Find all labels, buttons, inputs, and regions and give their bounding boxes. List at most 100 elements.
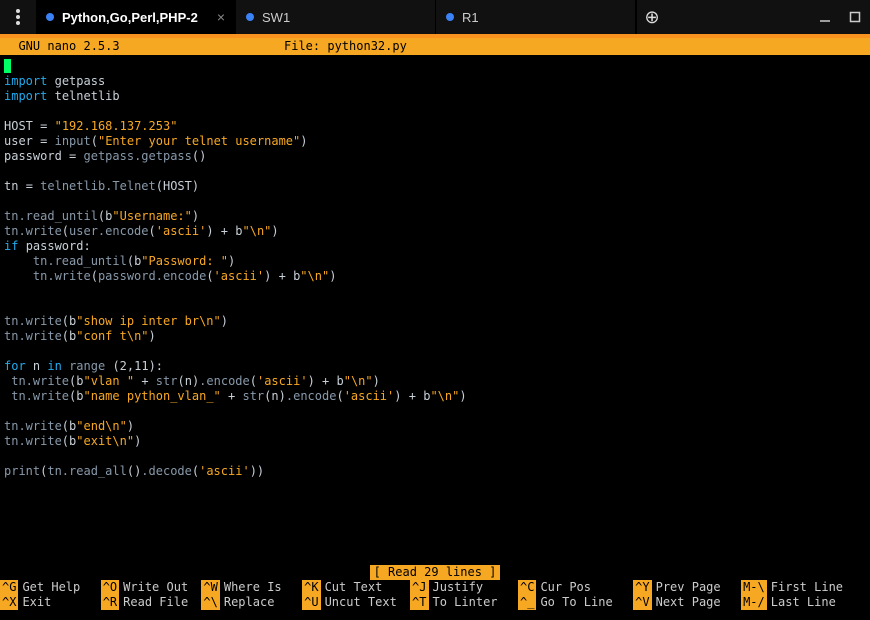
shortcut-key: ^\ <box>201 595 219 610</box>
window-minimize-button[interactable] <box>810 0 840 34</box>
code-line: tn.write(b"name python_vlan_" + str(n).e… <box>4 389 866 404</box>
shortcut-key: ^Y <box>633 580 651 595</box>
code-line <box>4 164 866 179</box>
shortcut-key: ^_ <box>518 595 536 610</box>
shortcut-label: Where Is <box>220 580 298 594</box>
shortcut-cell: ^RRead File <box>101 595 202 610</box>
app-menu-button[interactable] <box>0 0 36 34</box>
shortcut-cell: ^VNext Page <box>633 595 741 610</box>
shortcut-key: ^W <box>201 580 219 595</box>
shortcut-cell: M-\First Line <box>741 580 863 595</box>
shortcut-key: ^R <box>101 595 119 610</box>
tab-label: SW1 <box>262 10 425 25</box>
code-line <box>4 194 866 209</box>
shortcut-key: ^O <box>101 580 119 595</box>
kebab-icon <box>16 9 20 25</box>
window-tabbar: Python,Go,Perl,PHP-2 × SW1 R1 ⊕ <box>0 0 870 34</box>
code-line: import getpass <box>4 74 866 89</box>
code-line: tn = telnetlib.Telnet(HOST) <box>4 179 866 194</box>
nano-status-line: [ Read 29 lines ] <box>0 565 870 580</box>
nano-shortcut-bar: ^GGet Help ^OWrite Out ^WWhere Is ^KCut … <box>0 580 870 610</box>
shortcut-key: ^X <box>0 595 18 610</box>
code-line: tn.write(b"vlan " + str(n).encode('ascii… <box>4 374 866 389</box>
nano-version: GNU nano 2.5.3 <box>4 38 284 55</box>
shortcut-cell: ^YPrev Page <box>633 580 741 595</box>
nano-titlebar: GNU nano 2.5.3 File: python32.py <box>0 38 870 55</box>
code-line <box>4 344 866 359</box>
tab-close-button[interactable]: × <box>211 9 225 25</box>
shortcut-cell: ^WWhere Is <box>201 580 302 595</box>
shortcut-key: ^J <box>410 580 428 595</box>
shortcut-label: Justify <box>429 580 514 594</box>
code-line: tn.read_until(b"Username:") <box>4 209 866 224</box>
shortcut-cell: ^GGet Help <box>0 580 101 595</box>
maximize-icon <box>849 11 861 23</box>
shortcut-row: ^GGet Help ^OWrite Out ^WWhere Is ^KCut … <box>0 580 870 595</box>
shortcut-cell: ^_Go To Line <box>518 595 633 610</box>
tab-status-dot-icon <box>446 13 454 21</box>
shortcut-cell: ^XExit <box>0 595 101 610</box>
code-line: tn.write(b"end\n") <box>4 419 866 434</box>
code-line: tn.write(b"conf t\n") <box>4 329 866 344</box>
window-maximize-button[interactable] <box>840 0 870 34</box>
code-line: tn.write(user.encode('ascii') + b"\n") <box>4 224 866 239</box>
tab-0[interactable]: Python,Go,Perl,PHP-2 × <box>36 0 236 34</box>
editor-viewport[interactable]: import getpassimport telnetlib HOST = "1… <box>0 55 870 565</box>
code-line <box>4 104 866 119</box>
code-line <box>4 404 866 419</box>
shortcut-label: Read File <box>119 595 197 609</box>
tab-label: Python,Go,Perl,PHP-2 <box>62 10 211 25</box>
shortcut-key: ^K <box>302 580 320 595</box>
shortcut-key: M-\ <box>741 580 767 595</box>
tab-label: R1 <box>462 10 625 25</box>
shortcut-key: ^G <box>0 580 18 595</box>
shortcut-cell: ^TTo Linter <box>410 595 518 610</box>
tab-1[interactable]: SW1 <box>236 0 436 34</box>
code-line: tn.write(password.encode('ascii') + b"\n… <box>4 269 866 284</box>
shortcut-cell: ^CCur Pos <box>518 580 633 595</box>
shortcut-label: Replace <box>220 595 298 609</box>
code-line: if password: <box>4 239 866 254</box>
code-line: tn.write(b"show ip inter br\n") <box>4 314 866 329</box>
code-line <box>4 59 866 74</box>
tabbar-spacer <box>667 0 810 34</box>
shortcut-cell: M-/Last Line <box>741 595 863 610</box>
shortcut-label: Next Page <box>652 595 737 609</box>
shortcut-cell: ^\Replace <box>201 595 302 610</box>
shortcut-label: First Line <box>767 580 860 594</box>
shortcut-key: ^V <box>633 595 651 610</box>
shortcut-label: Write Out <box>119 580 197 594</box>
code-line: import telnetlib <box>4 89 866 104</box>
shortcut-label: Cur Pos <box>536 580 629 594</box>
tab-2[interactable]: R1 <box>436 0 636 34</box>
code-line: print(tn.read_all().decode('ascii')) <box>4 464 866 479</box>
shortcut-key: ^T <box>410 595 428 610</box>
tab-status-dot-icon <box>246 13 254 21</box>
new-tab-button[interactable]: ⊕ <box>637 0 667 34</box>
nano-status-pill: [ Read 29 lines ] <box>370 565 501 580</box>
shortcut-label: Prev Page <box>652 580 737 594</box>
code-line <box>4 299 866 314</box>
code-line: HOST = "192.168.137.253" <box>4 119 866 134</box>
shortcut-cell: ^JJustify <box>410 580 518 595</box>
code-line: tn.read_until(b"Password: ") <box>4 254 866 269</box>
code-line <box>4 284 866 299</box>
nano-file-label: File: python32.py <box>284 38 866 55</box>
shortcut-key: ^U <box>302 595 320 610</box>
shortcut-cell: ^KCut Text <box>302 580 410 595</box>
shortcut-label: Uncut Text <box>321 595 406 609</box>
shortcut-label: To Linter <box>429 595 514 609</box>
shortcut-key: ^C <box>518 580 536 595</box>
shortcut-key: M-/ <box>741 595 767 610</box>
shortcut-row: ^XExit ^RRead File ^\Replace ^UUncut Tex… <box>0 595 870 610</box>
shortcut-label: Go To Line <box>536 595 629 609</box>
shortcut-label: Get Help <box>18 580 96 594</box>
code-line: password = getpass.getpass() <box>4 149 866 164</box>
tab-status-dot-icon <box>46 13 54 21</box>
shortcut-label: Cut Text <box>321 580 406 594</box>
minimize-icon <box>819 11 831 23</box>
code-line: for n in range (2,11): <box>4 359 866 374</box>
bottom-pad <box>0 610 870 620</box>
shortcut-cell: ^OWrite Out <box>101 580 202 595</box>
shortcut-label: Last Line <box>767 595 860 609</box>
